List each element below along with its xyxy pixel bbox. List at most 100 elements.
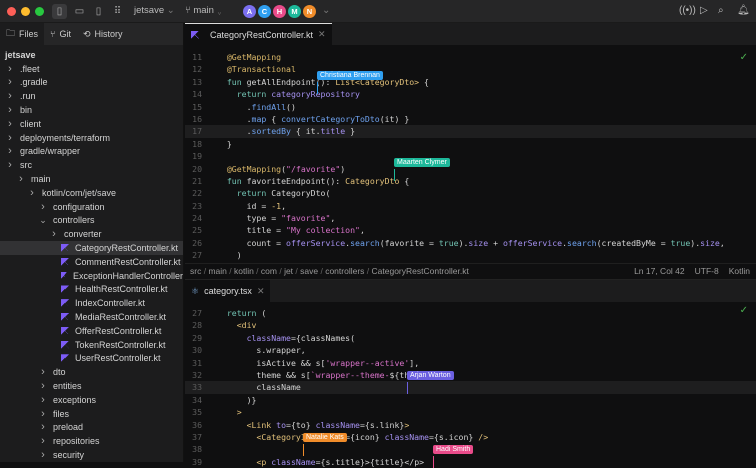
- chevron-right-icon[interactable]: ›: [38, 380, 48, 392]
- chevron-right-icon[interactable]: ›: [38, 394, 48, 406]
- toggle-right-panel-icon[interactable]: ▯: [91, 4, 106, 19]
- chevron-right-icon[interactable]: ›: [5, 63, 15, 75]
- encoding[interactable]: UTF-8: [695, 266, 719, 276]
- folder-item[interactable]: › src: [0, 158, 183, 172]
- editor-tabs: ⚛ category.tsx ✕: [185, 280, 756, 302]
- folder-item[interactable]: › .run: [0, 89, 183, 103]
- folder-item[interactable]: jetsave: [0, 48, 183, 62]
- breadcrumb-item[interactable]: controllers: [325, 266, 364, 276]
- close-window-button[interactable]: [7, 7, 16, 16]
- folder-item[interactable]: › security: [0, 448, 183, 462]
- chevron-right-icon[interactable]: ›: [38, 449, 48, 461]
- file-item[interactable]: MediaRestController.kt: [0, 310, 183, 324]
- breadcrumb-item[interactable]: save: [300, 266, 318, 276]
- folder-item[interactable]: › bin: [0, 103, 183, 117]
- folder-item[interactable]: › deployments/terraform: [0, 131, 183, 145]
- code-token: `wrapper--theme-: [310, 369, 390, 380]
- chevron-right-icon[interactable]: ›: [38, 435, 48, 447]
- folder-item[interactable]: › repositories: [0, 434, 183, 448]
- chevron-right-icon[interactable]: ›: [38, 421, 48, 433]
- chevron-right-icon[interactable]: ›: [38, 366, 48, 378]
- chevron-down-icon[interactable]: ⌄: [322, 5, 330, 16]
- folder-item[interactable]: › configuration: [0, 200, 183, 214]
- chevron-right-icon[interactable]: ›: [5, 90, 15, 102]
- close-icon[interactable]: ✕: [257, 286, 265, 297]
- tab-category-tsx[interactable]: ⚛ category.tsx ✕: [185, 280, 271, 302]
- tab-git[interactable]: ⑂ Git: [44, 23, 77, 45]
- avatar[interactable]: A: [243, 5, 256, 18]
- avatar[interactable]: H: [273, 5, 286, 18]
- folder-item[interactable]: › .gradle: [0, 76, 183, 90]
- breadcrumb-item[interactable]: jet: [284, 266, 293, 276]
- folder-item[interactable]: › files: [0, 407, 183, 421]
- chevron-right-icon[interactable]: ›: [5, 104, 15, 116]
- chevron-right-icon[interactable]: ›: [16, 173, 26, 185]
- tab-files[interactable]: 🗀︎ Files: [0, 23, 45, 45]
- breadcrumb-item[interactable]: CategoryRestController.kt: [372, 266, 469, 276]
- chevron-right-icon[interactable]: ›: [5, 132, 15, 144]
- code-area[interactable]: 11 @GetMapping 12 @Transactional 13 fun ge…: [185, 45, 756, 263]
- code-token: sortedBy: [251, 126, 291, 137]
- code-token: ={s.icon}: [428, 431, 479, 442]
- avatar[interactable]: N: [303, 5, 316, 18]
- avatar[interactable]: C: [258, 5, 271, 18]
- code-line: 17 . sortedBy { it. title }: [185, 125, 756, 138]
- chevron-right-icon[interactable]: ›: [38, 408, 48, 420]
- breadcrumb-item[interactable]: kotlin: [234, 266, 254, 276]
- chevron-down-icon[interactable]: ⌄: [38, 215, 48, 226]
- toggle-left-panel-icon[interactable]: ▯: [52, 4, 67, 19]
- breadcrumb-item[interactable]: com: [261, 266, 277, 276]
- chevron-right-icon[interactable]: ›: [27, 187, 37, 199]
- run-icon[interactable]: ▷: [700, 5, 708, 16]
- code-token: {: [399, 175, 410, 186]
- breadcrumb-item[interactable]: main: [208, 266, 226, 276]
- search-icon[interactable]: ⌕: [718, 5, 724, 16]
- chevron-right-icon[interactable]: ›: [49, 228, 59, 240]
- file-item[interactable]: IndexController.kt: [0, 296, 183, 310]
- line-number: 12: [192, 64, 202, 75]
- code-token: return: [236, 188, 272, 199]
- code-token: true: [438, 237, 459, 248]
- chevron-right-icon[interactable]: ›: [38, 201, 48, 213]
- file-item[interactable]: UserRestController.kt: [0, 352, 183, 366]
- breadcrumb-item[interactable]: src: [190, 266, 201, 276]
- file-item[interactable]: HealthRestController.kt: [0, 283, 183, 297]
- file-item[interactable]: CommentRestController.kt: [0, 255, 183, 269]
- code-token: className: [315, 419, 360, 430]
- folder-item[interactable]: › .fleet: [0, 62, 183, 76]
- chevron-right-icon[interactable]: ›: [5, 118, 15, 130]
- tab-category-rest-controller[interactable]: CategoryRestController.kt ✕: [185, 23, 332, 45]
- avatar[interactable]: M: [288, 5, 301, 18]
- folder-item[interactable]: › preload: [0, 421, 183, 435]
- folder-item[interactable]: ⌄ controllers: [0, 214, 183, 228]
- folder-item[interactable]: › entities: [0, 379, 183, 393]
- file-item[interactable]: OfferRestController.kt: [0, 324, 183, 338]
- folder-item[interactable]: › kotlin/com/jet/save: [0, 186, 183, 200]
- language-mode[interactable]: Kotlin: [729, 266, 750, 276]
- line-number: 33: [192, 382, 202, 393]
- folder-item[interactable]: › dto: [0, 365, 183, 379]
- grid-menu-icon[interactable]: ⠿: [110, 4, 125, 19]
- broadcast-icon[interactable]: ((•)): [679, 5, 696, 16]
- code-area[interactable]: 27 return (28 <div 29 className ={classNam…: [185, 302, 756, 468]
- file-item[interactable]: CategoryRestController.kt: [0, 241, 183, 255]
- folder-item[interactable]: › exceptions: [0, 393, 183, 407]
- project-selector[interactable]: jetsave ⌄: [134, 5, 175, 16]
- bell-icon[interactable]: 🔔︎: [737, 5, 750, 16]
- chevron-right-icon[interactable]: ›: [5, 76, 15, 88]
- maximize-window-button[interactable]: [35, 7, 44, 16]
- folder-item[interactable]: › gradle/wrapper: [0, 145, 183, 159]
- chevron-right-icon[interactable]: ›: [5, 159, 15, 171]
- file-item[interactable]: ExceptionHandlerController: [0, 269, 183, 283]
- folder-item[interactable]: › main: [0, 172, 183, 186]
- tab-history[interactable]: ⟲ History: [77, 23, 129, 45]
- close-icon[interactable]: ✕: [318, 29, 326, 40]
- cursor-position[interactable]: Ln 17, Col 42: [634, 266, 685, 276]
- file-item[interactable]: TokenRestController.kt: [0, 338, 183, 352]
- folder-item[interactable]: › converter: [0, 227, 183, 241]
- toggle-bottom-panel-icon[interactable]: ▭: [72, 4, 87, 19]
- chevron-right-icon[interactable]: ›: [5, 145, 15, 157]
- folder-item[interactable]: › client: [0, 117, 183, 131]
- minimize-window-button[interactable]: [21, 7, 30, 16]
- branch-selector[interactable]: ⑂ main ⌄: [185, 5, 222, 16]
